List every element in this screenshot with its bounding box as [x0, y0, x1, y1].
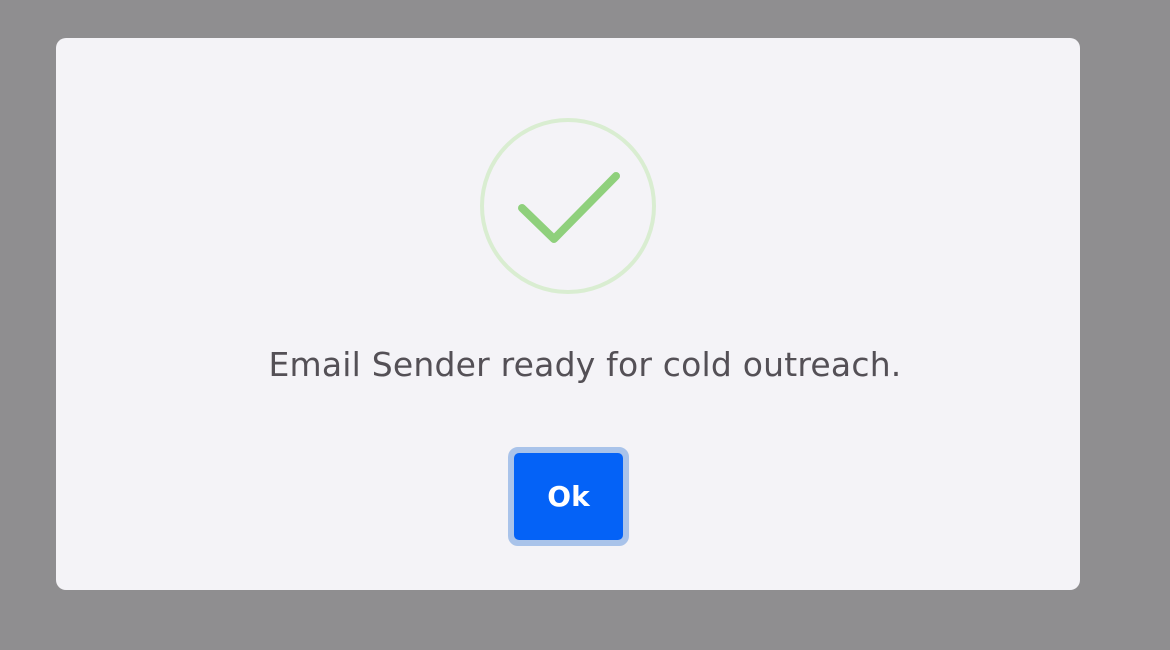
ok-button-label: Ok [514, 453, 623, 540]
success-ring [480, 118, 656, 294]
checkmark [518, 172, 620, 243]
dialog-message: Email Sender ready for cold outreach. [268, 345, 902, 384]
ok-button[interactable]: Ok [508, 447, 629, 546]
success-check-icon [480, 118, 656, 294]
success-check-svg [480, 118, 656, 294]
